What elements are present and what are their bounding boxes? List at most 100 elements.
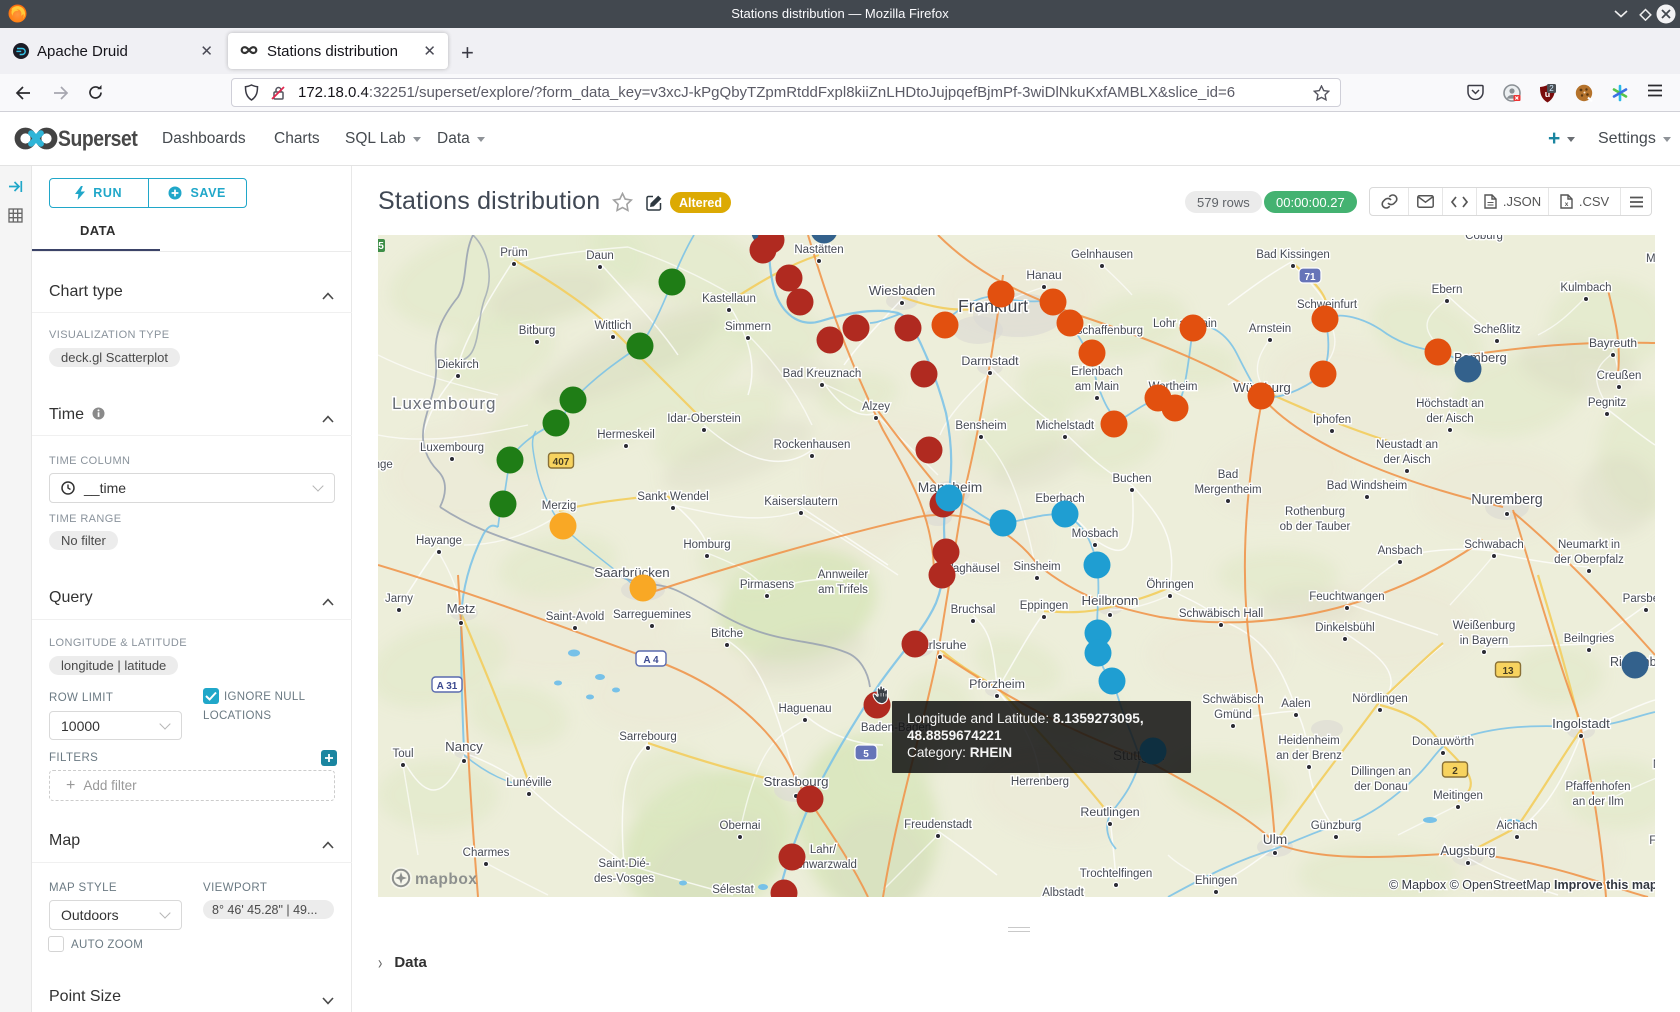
svg-text:A 4: A 4 (643, 655, 659, 666)
svg-text:Scheßlitz: Scheßlitz (1473, 324, 1521, 336)
svg-text:Nastätten: Nastätten (794, 244, 843, 256)
svg-text:Kulmbach: Kulmbach (1560, 282, 1611, 294)
svg-text:Coburg: Coburg (1465, 235, 1503, 242)
svg-text:Pfaffenhofen: Pfaffenhofen (1565, 781, 1630, 793)
svg-text:Obernai: Obernai (720, 820, 761, 832)
svg-text:x: x (1565, 201, 1569, 208)
svg-text:Wittlich: Wittlich (594, 320, 631, 332)
svg-text:Saint-Avold: Saint-Avold (546, 611, 605, 623)
svg-text:© Mapbox © OpenStreetMap Impro: © Mapbox © OpenStreetMap Improve this ma… (1389, 878, 1655, 892)
svg-text:Merzig: Merzig (542, 500, 577, 512)
svg-text:der Aisch: der Aisch (1426, 413, 1473, 425)
svg-text:Ingolstadt: Ingolstadt (1552, 716, 1610, 731)
svg-text:2: 2 (1549, 84, 1554, 93)
svg-text:Hermeskeil: Hermeskeil (597, 429, 655, 441)
svg-text:Sélestat: Sélestat (712, 884, 754, 896)
svg-text:2: 2 (1452, 766, 1458, 777)
svg-text:des-Vosges: des-Vosges (594, 873, 654, 885)
svg-text:A 31: A 31 (437, 681, 458, 692)
svg-text:Nancy: Nancy (445, 739, 483, 754)
svg-text:an der Ilm: an der Ilm (1572, 796, 1623, 808)
svg-text:Gmünd: Gmünd (1214, 709, 1252, 721)
svg-text:Michelstadt: Michelstadt (1036, 420, 1095, 432)
svg-text:Bitche: Bitche (711, 628, 743, 640)
svg-text:Donauwörth: Donauwörth (1412, 736, 1474, 748)
svg-text:Weißenburg: Weißenburg (1453, 620, 1515, 632)
svg-text:Erlenbach: Erlenbach (1071, 366, 1123, 378)
svg-text:ob der Tauber: ob der Tauber (1280, 521, 1351, 533)
svg-text:Nördlingen: Nördlingen (1352, 693, 1408, 705)
svg-text:am Trifels: am Trifels (818, 584, 868, 596)
svg-text:13: 13 (1502, 666, 1514, 677)
svg-text:Beilngries: Beilngries (1564, 633, 1615, 645)
svg-text:Sinsheim: Sinsheim (1013, 561, 1060, 573)
svg-text:Augsburg: Augsburg (1440, 843, 1495, 858)
svg-text:Freudenstadt: Freudenstadt (904, 819, 973, 831)
svg-text:Feuchtwangen: Feuchtwangen (1309, 591, 1384, 603)
svg-text:Wiesbaden: Wiesbaden (869, 283, 936, 298)
svg-text:5: 5 (863, 749, 869, 760)
svg-text:Kaiserslautern: Kaiserslautern (764, 496, 838, 508)
svg-text:Günzburg: Günzburg (1311, 820, 1362, 832)
svg-text:Albstadt: Albstadt (1042, 887, 1084, 897)
svg-text:Prüm: Prüm (500, 247, 527, 259)
svg-text:Iphofen: Iphofen (1313, 414, 1351, 426)
svg-text:ange: ange (378, 459, 393, 471)
svg-text:Dillingen an: Dillingen an (1351, 766, 1411, 778)
svg-text:Buchen: Buchen (1112, 473, 1151, 485)
svg-text:Haguenau: Haguenau (778, 703, 831, 715)
svg-text:Münc: Münc (1646, 253, 1655, 265)
svg-text:Luxembourg: Luxembourg (420, 442, 484, 454)
svg-text:Parsberg: Parsberg (1623, 593, 1655, 605)
svg-text:Bad Kreuznach: Bad Kreuznach (783, 368, 862, 380)
svg-text:Kastellaun: Kastellaun (702, 293, 756, 305)
svg-text:407: 407 (553, 457, 570, 468)
svg-text:Neumarkt in: Neumarkt in (1558, 539, 1620, 551)
svg-text:Mair: Mair (1653, 759, 1655, 771)
svg-text:Simmern: Simmern (725, 321, 771, 333)
svg-text:Arnstein: Arnstein (1249, 323, 1291, 335)
svg-text:Sankt Wendel: Sankt Wendel (637, 491, 708, 503)
svg-text:Daun: Daun (586, 250, 614, 262)
svg-text:Trochtelfingen: Trochtelfingen (1080, 868, 1152, 880)
svg-text:an der Brenz: an der Brenz (1276, 750, 1342, 762)
svg-text:Mergentheim: Mergentheim (1194, 484, 1261, 496)
svg-text:Gelnhausen: Gelnhausen (1071, 249, 1133, 261)
svg-text:Strasbourg: Strasbourg (763, 774, 828, 789)
svg-text:Schwäbisch Hall: Schwäbisch Hall (1179, 608, 1263, 620)
svg-text:der Donau: der Donau (1354, 781, 1408, 793)
svg-text:Mosbach: Mosbach (1072, 528, 1119, 540)
svg-text:Idar-Oberstein: Idar-Oberstein (667, 413, 741, 425)
svg-text:Bad Kissingen: Bad Kissingen (1256, 249, 1330, 261)
svg-text:Sarrebourg: Sarrebourg (619, 731, 677, 743)
svg-text:Öhringen: Öhringen (1146, 579, 1193, 591)
svg-text:Metz: Metz (447, 601, 476, 616)
svg-text:71: 71 (1304, 272, 1316, 283)
svg-text:Sarreguemines: Sarreguemines (613, 609, 691, 621)
svg-text:Lahr/: Lahr/ (810, 844, 837, 856)
svg-text:mapbox: mapbox (415, 871, 477, 888)
svg-text:Saarbrücken: Saarbrücken (594, 565, 669, 580)
svg-text:Jarny: Jarny (385, 593, 413, 605)
svg-text:Longitude and Latitude: 8.1359: Longitude and Latitude: 8.1359273095, (907, 711, 1144, 726)
svg-text:Neustadt an: Neustadt an (1376, 439, 1438, 451)
svg-text:Freis: Freis (1649, 835, 1655, 847)
svg-text:Pforzheim: Pforzheim (969, 677, 1025, 691)
svg-text:Creußen: Creußen (1597, 370, 1642, 382)
svg-text:Annweiler: Annweiler (818, 569, 869, 581)
svg-text:Bad: Bad (1218, 469, 1238, 481)
svg-text:5: 5 (378, 241, 384, 252)
svg-text:Rothenburg: Rothenburg (1285, 506, 1345, 518)
svg-text:Ansbach: Ansbach (1378, 545, 1423, 557)
svg-text:Aichach: Aichach (1497, 820, 1538, 832)
svg-text:Luxembourg: Luxembourg (392, 394, 497, 413)
svg-text:Bitburg: Bitburg (519, 325, 555, 337)
svg-text:Diekirch: Diekirch (437, 359, 479, 371)
svg-text:Herrenberg: Herrenberg (1011, 776, 1069, 788)
svg-text:Bad Windsheim: Bad Windsheim (1327, 480, 1408, 492)
svg-text:Schwabach: Schwabach (1464, 539, 1523, 551)
svg-text:Dinkelsbühl: Dinkelsbühl (1315, 622, 1374, 634)
svg-text:Toul: Toul (392, 748, 413, 760)
svg-text:Bensheim: Bensheim (955, 420, 1006, 432)
svg-text:Saint-Dié-: Saint-Dié- (598, 858, 649, 870)
